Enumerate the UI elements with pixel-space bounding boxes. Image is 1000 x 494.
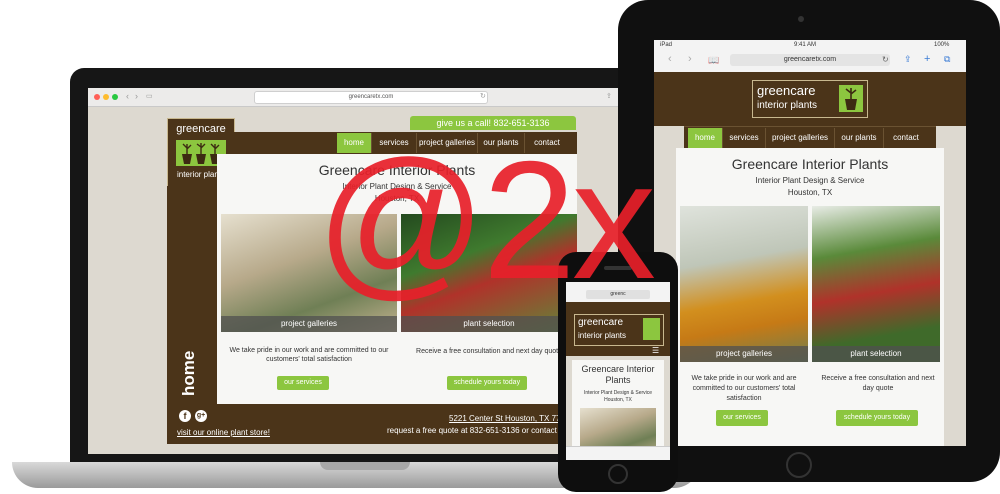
nav-item-project-galleries[interactable]: project galleries bbox=[766, 128, 835, 148]
tablet-url-field[interactable]: greencaretx.com bbox=[730, 54, 890, 66]
laptop-browser-toolbar: ‹ › ▭ greencaretx.com ↻ ⇪ bbox=[88, 88, 624, 107]
phone-page-location: Houston, TX bbox=[604, 397, 632, 403]
tablet-status-time: 9:41 AM bbox=[794, 42, 817, 48]
tablet-project-galleries-photo[interactable]: project galleries bbox=[680, 206, 808, 362]
google-plus-icon[interactable]: g+ bbox=[195, 410, 207, 422]
nav-item-contact[interactable]: contact bbox=[884, 128, 928, 148]
our-services-button[interactable]: our services bbox=[277, 376, 329, 390]
back-icon[interactable]: ‹ bbox=[668, 53, 672, 65]
plant-pot-icon bbox=[643, 318, 660, 340]
tablet-nav-bar: home services project galleries our plan… bbox=[684, 126, 936, 149]
plant-pot-icon bbox=[839, 85, 863, 112]
tablet-header: greencare interior plants bbox=[654, 72, 966, 126]
phone-bottom-toolbar bbox=[566, 446, 670, 460]
share-icon[interactable]: ⇪ bbox=[904, 54, 912, 65]
tablet-camera bbox=[798, 16, 804, 22]
reload-icon[interactable]: ↻ bbox=[882, 55, 889, 64]
tablet-browser-toolbar: iPad 9:41 AM 100% ‹ › 📖 greencaretx.com … bbox=[654, 40, 966, 73]
new-tab-icon[interactable]: + bbox=[924, 53, 930, 65]
caption-plant-selection[interactable]: plant selection bbox=[401, 316, 577, 332]
side-label: home bbox=[179, 350, 198, 396]
tablet-logo-top: greencare bbox=[757, 83, 816, 98]
close-icon[interactable] bbox=[94, 94, 100, 100]
phone-home-button[interactable] bbox=[608, 464, 628, 484]
logo-text-top: greencare bbox=[176, 123, 226, 135]
tablet-page-location: Houston, TX bbox=[787, 188, 833, 197]
laptop-footer: f g+ visit our online plant store! 5221 … bbox=[167, 404, 577, 444]
maximize-icon[interactable] bbox=[112, 94, 118, 100]
laptop-notch bbox=[320, 462, 410, 470]
sidebar-icon[interactable]: ▭ bbox=[146, 92, 153, 100]
share-icon[interactable]: ⇪ bbox=[606, 92, 612, 100]
tablet-status-carrier: iPad bbox=[660, 42, 673, 48]
quote-line: request a free quote at 832-651-3136 or … bbox=[387, 426, 564, 435]
schedule-button[interactable]: schedule yours today bbox=[447, 376, 527, 390]
tablet-schedule-button[interactable]: schedule yours today bbox=[836, 410, 918, 426]
tablet-caption-project-galleries[interactable]: project galleries bbox=[680, 346, 808, 362]
tablet-screen: iPad 9:41 AM 100% ‹ › 📖 greencaretx.com … bbox=[654, 40, 966, 446]
forward-icon[interactable]: › bbox=[135, 91, 138, 101]
nav-item-services[interactable]: services bbox=[723, 128, 766, 148]
tablet-plant-selection-photo[interactable]: plant selection bbox=[812, 206, 940, 362]
phone-content: Greencare Interior Plants Interior Plant… bbox=[572, 360, 664, 460]
phone-page-title: Greencare Interior Plants bbox=[581, 364, 655, 385]
tablet-page-subtitle: Interior Plant Design & Service bbox=[755, 176, 865, 185]
forward-icon[interactable]: › bbox=[688, 53, 692, 65]
menu-icon[interactable]: ☰ bbox=[652, 346, 659, 355]
laptop-url-field[interactable]: greencaretx.com bbox=[254, 91, 488, 104]
tablet-our-services-button[interactable]: our services bbox=[716, 410, 768, 426]
laptop-side-column: home bbox=[167, 186, 217, 404]
nav-item-home[interactable]: home bbox=[688, 128, 723, 148]
phone-page-subtitle: Interior Plant Design & Service bbox=[583, 390, 653, 396]
address-link[interactable]: 5221 Center St Houston, TX 7700 bbox=[449, 414, 569, 423]
tablet-logo[interactable]: greencare interior plants bbox=[752, 80, 868, 118]
tablet-intro-text-left: We take pride in our work and are commit… bbox=[691, 375, 797, 402]
tablet-page-title: Greencare Interior Plants bbox=[731, 156, 889, 172]
phone-logo[interactable]: greencare interior plants bbox=[574, 314, 664, 346]
back-icon[interactable]: ‹ bbox=[126, 91, 129, 101]
minimize-icon[interactable] bbox=[103, 94, 109, 100]
retina-2x-overlay: @2x bbox=[316, 126, 656, 314]
tablet-logo-bottom: interior plants bbox=[757, 100, 818, 111]
caption-project-galleries[interactable]: project galleries bbox=[221, 316, 397, 332]
tabs-icon[interactable]: ⧉ bbox=[944, 54, 950, 65]
reload-icon[interactable]: ↻ bbox=[480, 92, 486, 100]
bookmarks-icon[interactable]: 📖 bbox=[708, 55, 719, 66]
tablet-url-text: greencaretx.com bbox=[783, 56, 837, 63]
nav-item-our-plants[interactable]: our plants bbox=[835, 128, 884, 148]
tablet-caption-plant-selection[interactable]: plant selection bbox=[812, 346, 940, 362]
facebook-icon[interactable]: f bbox=[179, 410, 191, 422]
tablet-content: Greencare Interior Plants Interior Plant… bbox=[676, 148, 944, 446]
phone-logo-top: greencare bbox=[578, 317, 624, 328]
phone-logo-bottom: interior plants bbox=[578, 331, 627, 340]
intro-text-left: We take pride in our work and are commit… bbox=[229, 347, 389, 363]
online-store-link[interactable]: visit our online plant store! bbox=[177, 428, 270, 437]
tablet-status-battery: 100% bbox=[934, 42, 950, 48]
intro-text-right: Receive a free consultation and next day… bbox=[416, 348, 562, 355]
tablet-home-button[interactable] bbox=[786, 452, 812, 478]
tablet-intro-text-right: Receive a free consultation and next day… bbox=[821, 375, 935, 392]
laptop-url-text: greencaretx.com bbox=[348, 94, 394, 100]
